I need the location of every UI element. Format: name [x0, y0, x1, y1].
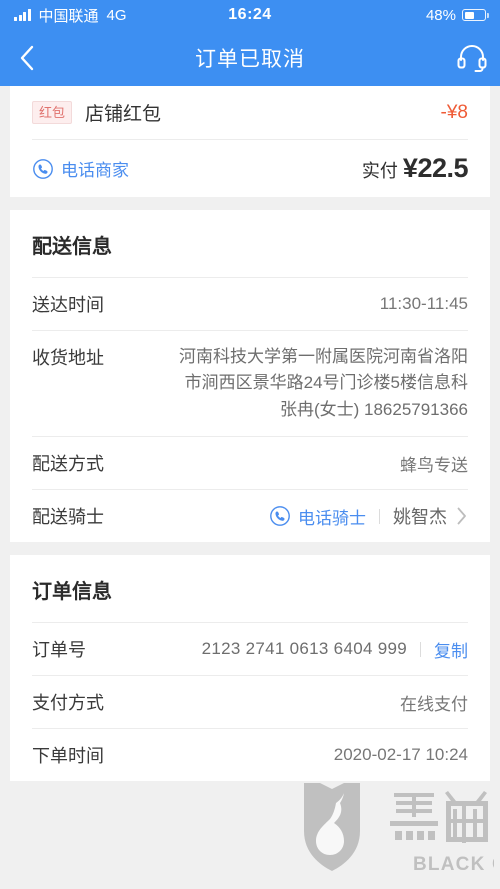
actual-payment-amount: ¥22.5 [402, 153, 469, 183]
payment-method-label: 支付方式 [32, 693, 104, 714]
order-number-row: 订单号 2123 2741 0613 6404 999 复制 [32, 623, 468, 675]
status-bar: 中国联通 4G 16:24 48% [0, 0, 500, 30]
call-merchant-button[interactable]: 电话商家 [32, 156, 129, 181]
chevron-right-icon [457, 507, 466, 525]
red-packet-row: 红包 店铺红包 -¥8 [32, 86, 468, 139]
red-packet-name: 店铺红包 [85, 104, 162, 125]
order-number-right: 2123 2741 0613 6404 999 复制 [202, 637, 468, 662]
delivery-address-value: 河南科技大学第一附属医院河南省洛阳市涧西区景华路24号门诊楼5楼信息科 张冉(女… [179, 347, 468, 419]
nav-bar: 订单已取消 [0, 30, 500, 86]
delivery-rider-row[interactable]: 配送骑士 电话骑士 姚智杰 [32, 490, 468, 542]
call-rider-label: 电话骑士 [298, 508, 366, 528]
delivery-method-row: 配送方式 蜂鸟专送 [32, 437, 468, 489]
vertical-divider [379, 508, 380, 524]
watermark-en-text: BLACK CAT [413, 854, 494, 875]
pay-summary-row: 电话商家 实付 ¥22.5 [32, 140, 469, 197]
delivery-time-value: 11:30-11:45 [379, 294, 468, 313]
copy-order-number-button[interactable]: 复制 [434, 637, 468, 662]
actual-payment-label: 实付 [361, 161, 398, 181]
battery-percent-label: 48% [425, 6, 456, 24]
red-packet-amount: -¥8 [440, 101, 468, 123]
delivery-time-label: 送达时间 [32, 295, 104, 315]
delivery-method-label: 配送方式 [32, 454, 104, 475]
headset-icon [457, 45, 487, 72]
customer-service-button[interactable] [444, 30, 500, 86]
order-detail-scroll[interactable]: 红包 店铺红包 -¥8 电话商家 实付 ¥22.5 配送信息 送达时间 11:3… [0, 86, 500, 889]
chevron-left-icon [20, 45, 34, 71]
delivery-info-card: 配送信息 送达时间 11:30-11:45 收货地址 河南科技大学第一附属医院河… [10, 210, 490, 543]
payment-method-value: 在线支付 [400, 694, 468, 714]
status-bar-right: 48% [425, 6, 489, 24]
delivery-address-label: 收货地址 [32, 348, 104, 368]
order-time-row: 下单时间 2020-02-17 10:24 [32, 729, 468, 781]
order-number-label: 订单号 [32, 640, 86, 661]
call-merchant-label: 电话商家 [61, 161, 129, 180]
rider-name: 姚智杰 [393, 507, 447, 528]
order-time-value: 2020-02-17 10:24 [333, 745, 468, 765]
order-info-title: 订单信息 [32, 581, 112, 604]
call-rider-button[interactable]: 电话骑士 [269, 504, 366, 529]
phone-circle-icon [33, 158, 53, 179]
delivery-address-row: 收货地址 河南科技大学第一附属医院河南省洛阳市涧西区景华路24号门诊楼5楼信息科… [32, 331, 468, 436]
payment-method-row: 支付方式 在线支付 [32, 676, 468, 728]
order-time-label: 下单时间 [32, 746, 104, 767]
delivery-method-value: 蜂鸟专送 [400, 455, 468, 475]
delivery-time-row: 送达时间 11:30-11:45 [32, 278, 468, 330]
delivery-rider-label: 配送骑士 [32, 507, 104, 528]
actual-payment: 实付 ¥22.5 [361, 153, 469, 184]
vertical-divider [420, 641, 421, 657]
phone-circle-icon [270, 506, 290, 526]
black-cat-watermark: BLACK CAT [298, 777, 500, 887]
battery-icon [462, 9, 489, 21]
red-packet-badge: 红包 [32, 101, 73, 124]
back-button[interactable] [0, 30, 54, 86]
page-title: 订单已取消 [195, 48, 305, 71]
price-card: 红包 店铺红包 -¥8 电话商家 实付 ¥22.5 [10, 86, 490, 197]
order-number-value: 2123 2741 0613 6404 999 [201, 639, 407, 659]
black-cat-shield-icon: BLACK CAT [304, 783, 500, 875]
delivery-info-title: 配送信息 [32, 236, 112, 258]
delivery-rider-right: 电话骑士 姚智杰 [269, 503, 468, 529]
order-info-card: 订单信息 订单号 2123 2741 0613 6404 999 复制 支付方式… [10, 555, 490, 782]
